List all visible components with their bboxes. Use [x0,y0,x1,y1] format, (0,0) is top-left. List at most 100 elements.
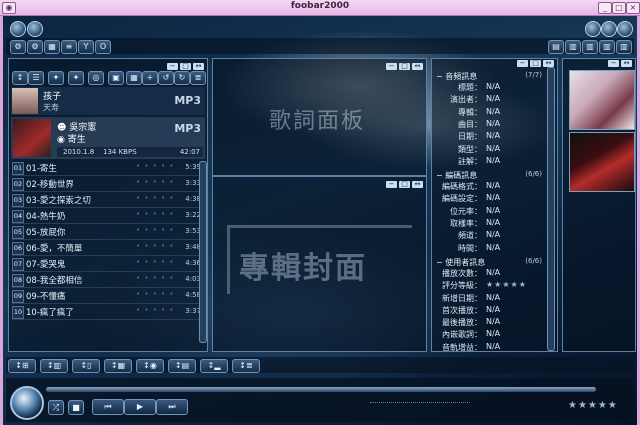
foobar-logo[interactable] [10,386,44,420]
play-button[interactable]: ▶ [124,399,156,415]
track-rating-dots[interactable]: • • • • • [136,274,175,282]
menu-icon[interactable] [27,21,43,37]
info-field-value: N/A [486,304,501,314]
layout-icon-4[interactable]: ▥ [599,40,615,54]
track-row[interactable]: 02 02-移動世界 • • • • • 3:33 [12,177,205,192]
info-restore-button[interactable]: □ [530,60,541,67]
track-number: 10 [12,306,24,319]
minimize-button[interactable]: _ [598,2,612,14]
eagle-icon[interactable]: ✦ [48,71,64,85]
track-title: 02-移動世界 [26,180,74,190]
search-icon[interactable] [601,21,617,37]
info-min-button[interactable]: − [517,60,528,67]
view-button-1[interactable]: ↕⊞ [8,359,36,373]
panel-expand-button[interactable]: ↔ [193,63,204,70]
track-row[interactable]: 04 04-熱牛奶 • • • • • 3:22 [12,209,205,224]
sort-icon[interactable]: ↕ [12,71,28,85]
gears-icon[interactable]: ⚙ [27,40,43,54]
collapse-icon[interactable]: − [436,258,445,267]
album-cover-1[interactable] [569,70,635,130]
layout-icon-5[interactable]: ▥ [616,40,632,54]
track-rating-dots[interactable]: • • • • • [136,226,175,234]
stop-button[interactable]: ■ [68,400,84,415]
yi-icon[interactable]: Y [78,40,94,54]
info-section-header[interactable]: − 使用者訊息 (6/6) [436,257,544,267]
track-rating-dots[interactable]: • • • • • [136,306,175,314]
collapse-icon[interactable]: − [436,72,445,81]
track-row[interactable]: 05 05-放屁你 • • • • • 3:53 [12,225,205,240]
disc-icon[interactable]: ◎ [88,71,104,85]
system-menu-icon[interactable]: ◉ [2,2,16,14]
cover-restore-button[interactable]: □ [399,181,410,188]
info-field-value: N/A [486,143,501,153]
layout-icon-2[interactable]: ▥ [565,40,581,54]
grid-view-icon[interactable]: ▦ [126,71,142,85]
track-rating-dots[interactable]: • • • • • [136,210,175,218]
track-row[interactable]: 06 06-愛，不簡單 • • • • • 3:48 [12,241,205,256]
os-icon[interactable]: O [95,40,111,54]
previous-button[interactable]: ⏮ [92,399,124,415]
cover-strip-expand-button[interactable]: ↔ [621,60,632,67]
collapse-icon[interactable]: − [436,171,445,180]
track-rating-dots[interactable]: • • • • • [136,162,175,170]
dsp-icon[interactable]: ≡ [61,40,77,54]
cover-expand-button[interactable]: ↔ [412,181,423,188]
info-scrollbar[interactable] [547,67,555,351]
volume-track[interactable] [370,402,470,409]
undo-icon[interactable]: ↺ [158,71,174,85]
track-row[interactable]: 08 08-我全都相信 • • • • • 4:03 [12,273,205,288]
lyrics-min-button[interactable]: − [386,63,397,70]
columns-icon[interactable]: ≣ [190,71,206,85]
cover-strip-min-button[interactable]: − [608,60,619,67]
redo-icon[interactable]: ↻ [174,71,190,85]
cover-min-button[interactable]: − [386,181,397,188]
track-rating-dots[interactable]: • • • • • [136,290,175,298]
view-button-6[interactable]: ↕▤ [168,359,196,373]
seek-bar[interactable] [46,387,596,392]
view-button-4[interactable]: ↕▦ [104,359,132,373]
eagle2-icon[interactable]: ✦ [68,71,84,85]
exit-icon[interactable] [617,21,633,37]
track-row[interactable]: 07 07-愛哭鬼 • • • • • 4:36 [12,257,205,272]
panel-restore-button[interactable]: □ [180,63,191,70]
view-button-3[interactable]: ↕▯ [72,359,100,373]
maximize-button[interactable]: □ [612,2,626,14]
close-button[interactable]: × [626,2,640,14]
folder-icon[interactable]: ▣ [108,71,124,85]
track-row[interactable]: 03 03-愛之探索之切 • • • • • 4:38 [12,193,205,208]
rating-stars-info[interactable]: ★★★★★ [486,280,527,289]
info-section-header[interactable]: − 編碼訊息 (6/6) [436,170,544,180]
mini-mode-button[interactable] [585,21,601,37]
album-cover-2[interactable] [569,132,635,192]
rating-stars[interactable]: ★★★★★ [568,400,618,411]
shuffle-button[interactable]: ⤮ [48,400,64,415]
gear-icon[interactable]: ⚙ [10,40,26,54]
power-icon[interactable] [10,21,26,37]
info-expand-button[interactable]: ↔ [543,60,554,67]
view-button-8[interactable]: ↕≣ [232,359,260,373]
track-rating-dots[interactable]: • • • • • [136,242,175,250]
playlist-scrollbar[interactable] [199,161,207,343]
view-button-5[interactable]: ↕◉ [136,359,164,373]
layout-icon-1[interactable]: ▤ [548,40,564,54]
list-icon[interactable]: ☰ [28,71,44,85]
layout-icon-3[interactable]: ▥ [582,40,598,54]
view-button-2[interactable]: ↕▥ [40,359,68,373]
info-section-header[interactable]: − 音頻訊息 (7/7) [436,71,544,81]
track-row[interactable]: 09 09-不懂痛 • • • • • 4:58 [12,289,205,304]
view-button-7[interactable]: ↕▂ [200,359,228,373]
track-row[interactable]: 10 10-瘋了瘋了 • • • • • 3:37 [12,305,205,320]
lyrics-restore-button[interactable]: □ [399,63,410,70]
lyrics-expand-button[interactable]: ↔ [412,63,423,70]
add-icon[interactable]: + [142,71,158,85]
track-rating-dots[interactable]: • • • • • [136,258,175,266]
track-row[interactable]: 01 01-寄生 • • • • • 5:39 [12,161,205,176]
track-rating-dots[interactable]: • • • • • [136,194,175,202]
track-rating-dots[interactable]: • • • • • [136,178,175,186]
panel-min-button[interactable]: − [167,63,178,70]
grid-icon[interactable]: ▦ [44,40,60,54]
info-field: 首次播放： N/A [434,305,544,317]
next-button[interactable]: ⏭ [156,399,188,415]
info-field-label: 最後播放： [442,318,482,328]
format-badge: MP3 [174,94,201,107]
